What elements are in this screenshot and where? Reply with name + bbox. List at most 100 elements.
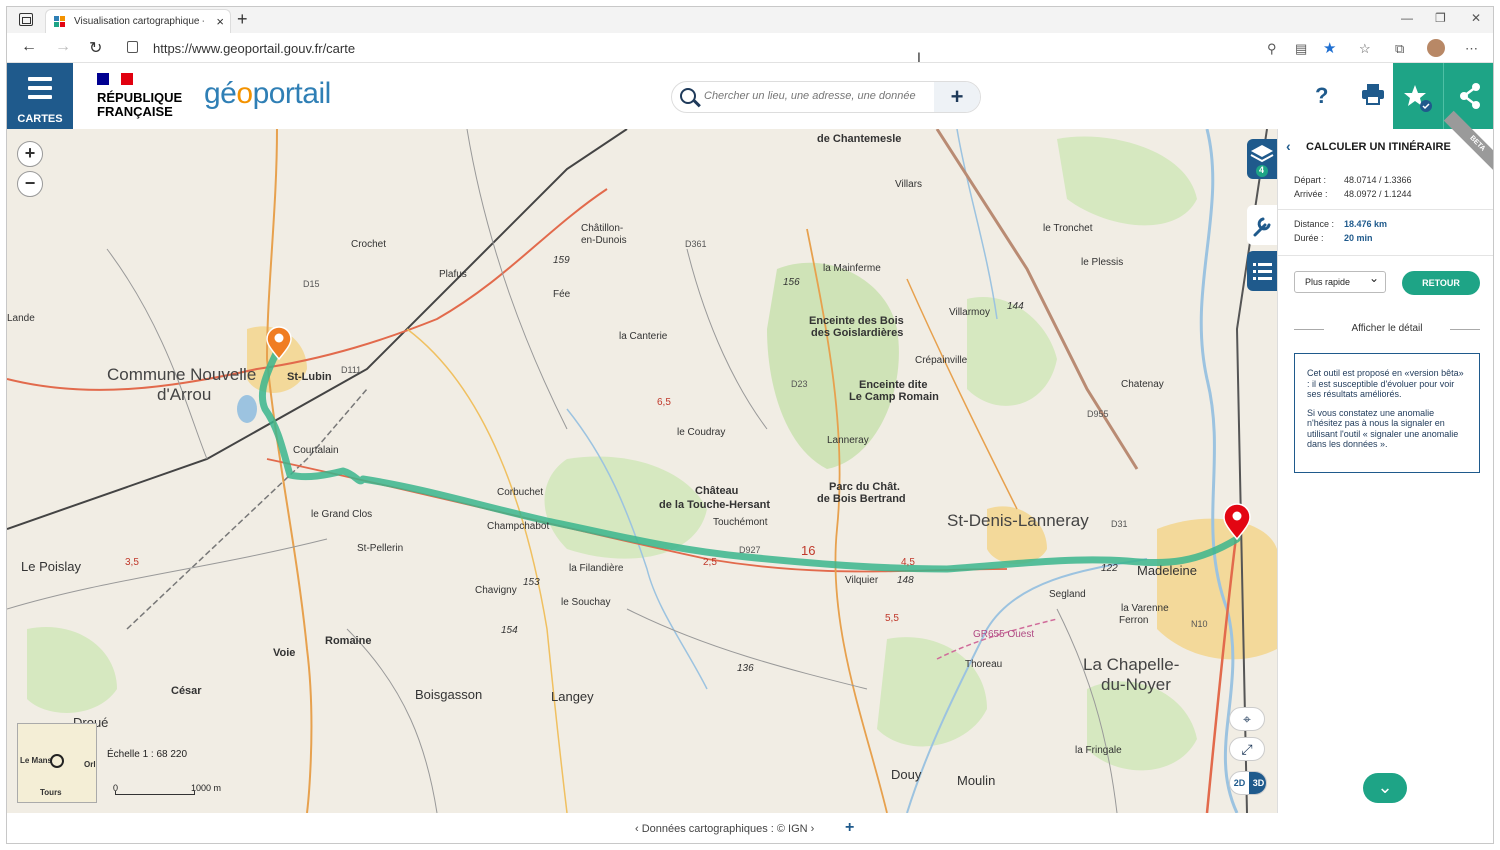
map-label: le Tronchet — [1043, 223, 1093, 234]
help-button[interactable]: ? — [1315, 83, 1328, 109]
address-bar: ← → ↻ https://www.geoportail.gouv.fr/car… — [7, 33, 1493, 63]
republique-francaise-logo: RÉPUBLIQUE FRANÇAISE — [97, 90, 183, 119]
arrivee-row: Arrivée :48.0972 / 1.1244 — [1294, 189, 1412, 199]
url-field[interactable]: https://www.geoportail.gouv.fr/carte — [119, 36, 1319, 60]
cartes-label: CARTES — [17, 113, 63, 125]
overview-label: Le Mans — [20, 756, 53, 765]
minimize-button[interactable]: — — [1401, 11, 1413, 25]
close-window-button[interactable]: ✕ — [1471, 11, 1481, 25]
favorites-list-icon[interactable]: ☆ — [1359, 41, 1371, 57]
search-input[interactable]: Chercher un lieu, une adresse, une donné… — [704, 90, 916, 102]
map-label: D955 — [1087, 409, 1109, 419]
map-label: Crépainville — [915, 355, 968, 366]
map-label: Langey — [551, 689, 594, 704]
collections-icon[interactable]: ⧉ — [1395, 41, 1404, 57]
fullscreen-button[interactable]: ⤢ — [1229, 737, 1265, 761]
map-label: Plafus — [439, 269, 467, 280]
hamburger-icon — [28, 77, 52, 104]
geoportail-header: CARTES RÉPUBLIQUE FRANÇAISE géoportail Ch… — [7, 63, 1493, 129]
favorite-star-icon[interactable]: ★ — [1323, 39, 1336, 57]
geoportail-logo[interactable]: géoportail — [204, 77, 331, 111]
data-credits[interactable]: ‹ Données cartographiques : © IGN › — [635, 823, 814, 835]
republique-flag-logo — [97, 73, 133, 85]
zoom-in-button[interactable]: + — [17, 141, 43, 167]
map-label: 6,5 — [657, 397, 671, 408]
search-box[interactable]: Chercher un lieu, une adresse, une donné… — [671, 81, 981, 113]
panel-back-icon[interactable]: ‹ — [1286, 138, 1291, 154]
map-label: le Coudray — [677, 427, 726, 438]
target-icon: ⌖ — [1243, 711, 1251, 727]
map-label: St-Pellerin — [357, 543, 404, 554]
distance-row: Distance :18.476 km — [1294, 219, 1388, 229]
view-mode-toggle[interactable]: 2D 3D — [1229, 771, 1267, 795]
more-credits-button[interactable]: + — [845, 819, 854, 837]
map-label: St-Lubin — [287, 371, 332, 383]
map-label: D23 — [791, 379, 808, 389]
scale-distance: 1000 m — [191, 783, 222, 793]
forward-icon[interactable]: → — [55, 38, 71, 56]
map-label: Villars — [895, 179, 923, 190]
map-label: 144 — [1007, 301, 1024, 312]
map-label: César — [171, 685, 202, 697]
geoportail-favicon-icon — [54, 16, 66, 28]
retour-button[interactable]: RETOUR — [1402, 271, 1480, 295]
panel-title: CALCULER UN ITINÉRAIRE — [1306, 141, 1451, 153]
advanced-search-button[interactable]: + — [934, 82, 980, 112]
zoom-out-button[interactable]: − — [17, 171, 43, 197]
map-label: Romaine — [325, 635, 372, 647]
map-label: Fée — [553, 289, 571, 300]
map-label: Châtillon- — [581, 223, 624, 234]
window-menu-icon[interactable] — [19, 13, 33, 26]
tab-close-icon[interactable]: × — [216, 14, 224, 29]
back-icon[interactable]: ← — [21, 38, 37, 56]
geolocate-button[interactable]: ⌖ — [1229, 707, 1265, 731]
map-label: Château — [695, 485, 739, 497]
legend-button[interactable] — [1247, 251, 1277, 291]
list-icon — [1253, 263, 1272, 280]
crosshair-icon — [50, 754, 64, 768]
map-label: Le Camp Romain — [849, 391, 939, 403]
url-text: https://www.geoportail.gouv.fr/carte — [153, 41, 356, 56]
favorites-button[interactable] — [1393, 63, 1443, 129]
map-label: 5,5 — [885, 613, 899, 624]
restore-button[interactable]: ❐ — [1435, 11, 1446, 25]
map-label: 159 — [553, 255, 570, 266]
fullscreen-icon: ⤢ — [1241, 741, 1253, 757]
map-label: le Souchay — [561, 597, 611, 608]
map-label: Boisgasson — [415, 687, 483, 702]
key-icon[interactable]: ⚲ — [1267, 41, 1277, 57]
overview-map[interactable]: Le Mans Tours Orl — [17, 723, 97, 803]
map-label: Ferron — [1119, 615, 1149, 626]
map-label: la Fringale — [1075, 745, 1122, 756]
lock-icon — [127, 41, 138, 53]
map-label: Parc du Chât. — [829, 481, 900, 493]
browser-tab[interactable]: Visualisation cartographique - Géoportai… — [45, 9, 231, 33]
search-icon[interactable] — [680, 88, 696, 104]
map-label: 153 — [523, 577, 540, 588]
new-tab-button[interactable]: + — [237, 9, 248, 30]
view-3d-button[interactable]: 3D — [1249, 772, 1266, 794]
map-label: 136 — [737, 663, 754, 674]
show-detail-link[interactable]: Afficher le détail — [1294, 323, 1480, 334]
collapse-panel-button[interactable]: ⌄ — [1363, 773, 1407, 803]
print-icon[interactable] — [1361, 83, 1385, 105]
cartes-menu-button[interactable]: CARTES — [7, 63, 73, 129]
view-2d-button[interactable]: 2D — [1230, 772, 1249, 794]
scale-bar: Échelle 1 : 68 220 0 1000 m — [107, 749, 227, 795]
chevron-down-icon: ⌄ — [1377, 777, 1393, 797]
reload-icon[interactable]: ↻ — [89, 38, 102, 58]
map-label: Champchabot — [487, 521, 550, 532]
reader-view-icon[interactable]: ▤ — [1295, 41, 1307, 57]
tools-button[interactable] — [1247, 205, 1277, 245]
more-menu-icon[interactable]: ⋯ — [1465, 41, 1478, 57]
duree-row: Durée :20 min — [1294, 233, 1373, 243]
profile-avatar[interactable] — [1427, 39, 1445, 57]
layers-button[interactable]: 4 — [1247, 139, 1277, 179]
map-label: le Plessis — [1081, 257, 1124, 268]
route-line — [258, 343, 1241, 573]
route-mode-select[interactable]: Plus rapide — [1294, 268, 1386, 293]
wrench-icon — [1253, 217, 1271, 237]
map-label: N10 — [1191, 619, 1208, 629]
map-view[interactable]: Commune Nouvelle d'Arrou St-Lubin Courta… — [7, 129, 1277, 813]
map-label: Moulin — [957, 773, 996, 788]
